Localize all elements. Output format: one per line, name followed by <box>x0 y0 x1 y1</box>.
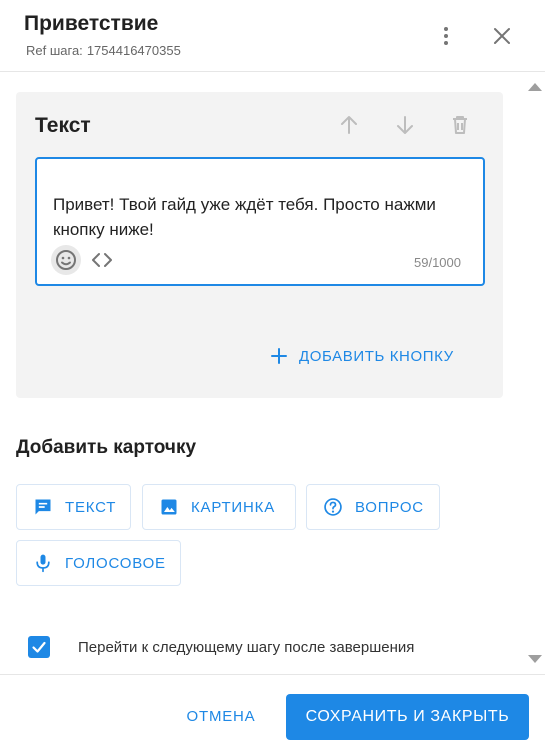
add-card-title: Добавить карточку <box>16 437 197 458</box>
save-and-close-button[interactable]: СОХРАНИТЬ И ЗАКРЫТЬ <box>286 694 529 740</box>
plus-icon <box>271 348 287 364</box>
arrow-down-icon <box>397 116 413 134</box>
emoji-icon <box>56 250 76 270</box>
emoji-button[interactable] <box>51 245 81 275</box>
close-button[interactable] <box>484 18 520 54</box>
more-vertical-icon <box>444 27 448 45</box>
scroll-up-arrow-icon[interactable] <box>528 83 542 91</box>
add-question-card-button[interactable]: ВОПРОС <box>306 484 440 530</box>
close-icon <box>494 28 510 44</box>
dialog-header: Приветствие Ref шага: 1754416470355 <box>0 0 545 72</box>
dialog-title: Приветствие <box>24 12 159 35</box>
add-image-card-label: КАРТИНКА <box>191 498 275 516</box>
step-ref: Ref шага: 1754416470355 <box>26 43 181 58</box>
image-icon <box>161 499 177 515</box>
next-step-checkbox[interactable] <box>28 636 50 658</box>
move-up-button[interactable] <box>334 110 364 140</box>
arrow-up-icon <box>341 116 357 134</box>
add-voice-card-button[interactable]: ГОЛОСОВОЕ <box>16 540 181 586</box>
add-text-card-button[interactable]: ТЕКСТ <box>16 484 131 530</box>
scroll-down-arrow-icon[interactable] <box>528 655 542 663</box>
step-ref-value: 1754416470355 <box>86 43 181 58</box>
code-icon <box>92 253 112 267</box>
add-image-card-button[interactable]: КАРТИНКА <box>142 484 296 530</box>
cancel-button[interactable]: ОТМЕНА <box>168 694 274 738</box>
help-circle-icon <box>324 498 342 516</box>
add-text-card-label: ТЕКСТ <box>65 498 117 516</box>
more-button[interactable] <box>428 18 464 54</box>
move-down-button[interactable] <box>390 110 420 140</box>
check-icon <box>32 641 46 653</box>
message-icon <box>35 499 51 515</box>
add-button-label: ДОБАВИТЬ КНОПКУ <box>299 347 454 365</box>
text-card: Текст Привет! Твой гайд уже ждёт тебя. П… <box>16 92 503 398</box>
card-title: Текст <box>35 114 91 137</box>
char-counter: 59/1000 <box>414 255 461 270</box>
add-question-card-label: ВОПРОС <box>355 498 424 516</box>
next-step-label: Перейти к следующему шагу после завершен… <box>78 638 415 656</box>
dialog-content: Текст Привет! Твой гайд уже ждёт тебя. П… <box>0 73 522 673</box>
dialog-footer: ОТМЕНА СОХРАНИТЬ И ЗАКРЫТЬ <box>0 674 545 754</box>
add-button-button[interactable]: ДОБАВИТЬ КНОПКУ <box>271 341 454 371</box>
vertical-scrollbar[interactable] <box>524 73 545 673</box>
next-step-option: Перейти к следующему шагу после завершен… <box>28 635 508 659</box>
step-ref-label: Ref шага: <box>26 43 83 58</box>
add-voice-card-label: ГОЛОСОВОЕ <box>65 554 166 572</box>
code-button[interactable] <box>89 248 115 272</box>
message-text[interactable]: Привет! Твой гайд уже ждёт тебя. Просто … <box>53 192 463 242</box>
microphone-icon <box>36 554 50 573</box>
message-editor[interactable]: Привет! Твой гайд уже ждёт тебя. Просто … <box>35 157 485 286</box>
delete-card-button[interactable] <box>445 110 475 140</box>
trash-icon <box>453 116 467 134</box>
